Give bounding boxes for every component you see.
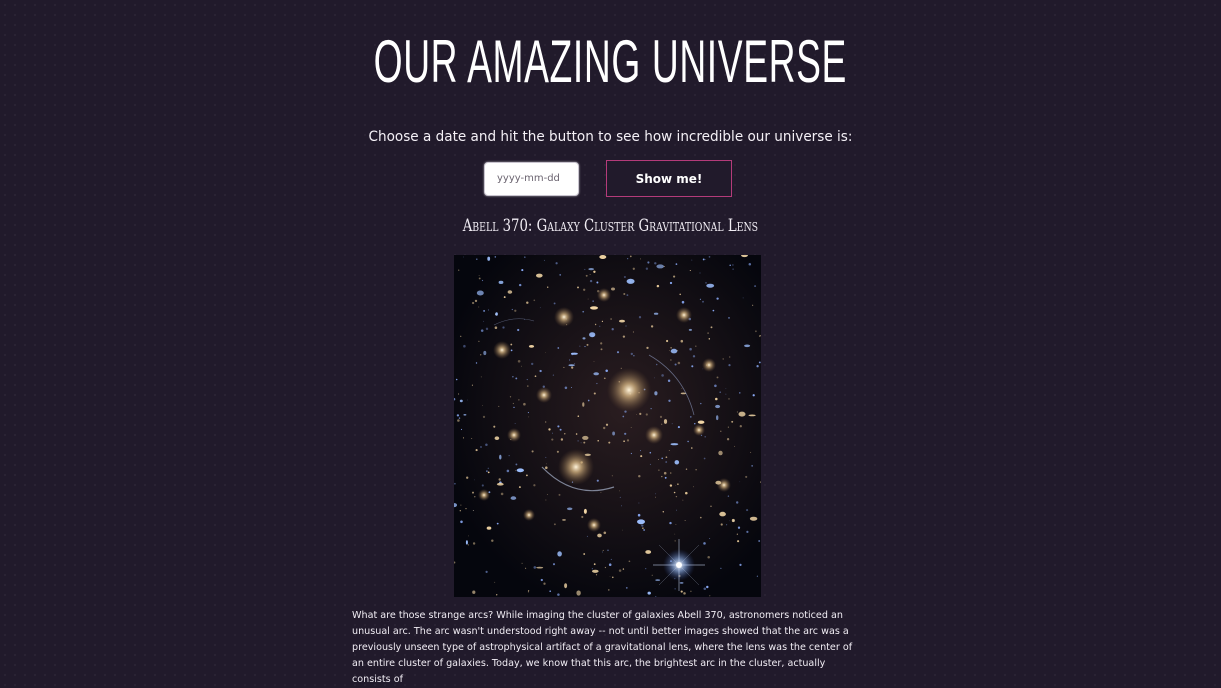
page: OUR AMAZING UNIVERSE Choose a date and h… xyxy=(0,0,1221,685)
page-subtitle: Choose a date and hit the button to see … xyxy=(368,129,853,145)
page-title: OUR AMAZING UNIVERSE xyxy=(373,28,847,95)
apod-title: Abell 370: Galaxy Cluster Gravitational … xyxy=(462,216,759,236)
apod-image xyxy=(454,255,761,597)
apod-explanation: What are those strange arcs? While imagi… xyxy=(352,610,853,685)
date-controls: yyyy-mm-dd Show me! xyxy=(0,160,1221,198)
date-input[interactable]: yyyy-mm-dd xyxy=(484,162,579,196)
show-me-button[interactable]: Show me! xyxy=(606,160,732,197)
